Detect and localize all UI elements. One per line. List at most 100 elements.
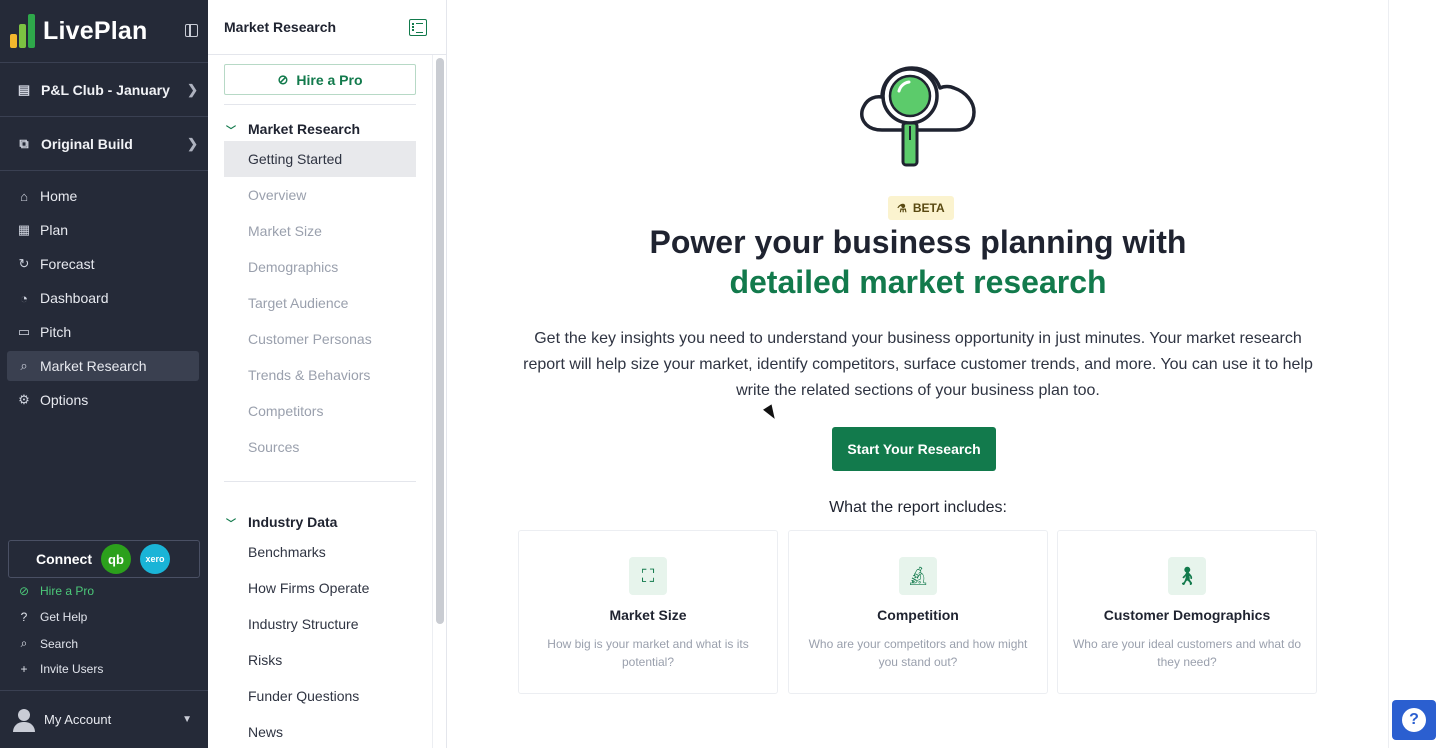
- nav-item-dashboard[interactable]: ◔ Dashboard: [0, 281, 200, 315]
- nav-item-forecast[interactable]: ↻ Forecast: [0, 247, 200, 281]
- subnav-overview[interactable]: Overview: [224, 177, 416, 213]
- card-title: Competition: [877, 607, 959, 623]
- subnav-how-firms-operate[interactable]: How Firms Operate: [224, 570, 416, 606]
- subnav-risks[interactable]: Risks: [224, 642, 416, 678]
- headline-line-1: Power your business planning with: [649, 224, 1187, 260]
- subnav-industry-structure[interactable]: Industry Structure: [224, 606, 416, 642]
- main-sidebar: LivePlan ▤ P&L Club - January ❯ ⧉ Origin…: [0, 0, 208, 748]
- subnav-funder-questions[interactable]: Funder Questions: [224, 678, 416, 714]
- feature-card-competition: 🔬︎ Competition Who are your competitors …: [788, 530, 1048, 694]
- subnav-news[interactable]: News: [224, 714, 416, 748]
- forecast-icon: ↻: [18, 256, 30, 271]
- util-search[interactable]: ⌕ Search: [16, 636, 78, 651]
- util-hire-pro[interactable]: ⊘ Hire a Pro: [16, 584, 94, 598]
- build-name: Original Build: [41, 135, 133, 152]
- home-icon: ⌂: [20, 188, 28, 204]
- company-selector[interactable]: ▤ P&L Club - January ❯: [0, 63, 208, 117]
- help-icon: ?: [20, 610, 28, 624]
- microscope-icon: 🔬︎: [899, 557, 937, 595]
- nav-item-plan[interactable]: ▦ Plan: [0, 213, 200, 247]
- nav-label: Options: [40, 392, 89, 408]
- plan-icon: ▦: [17, 222, 31, 237]
- nav-item-home[interactable]: ⌂ Home: [0, 179, 200, 213]
- subnav-getting-started[interactable]: Getting Started: [224, 141, 416, 177]
- search-icon: ⌕: [20, 636, 28, 650]
- nav-item-pitch[interactable]: ▭ Pitch: [0, 315, 200, 349]
- main-menu: ⌂ Home ▦ Plan ↻ Forecast ◔ Dashboard ▭ Pitch …: [0, 171, 208, 417]
- chevron-down-icon: ﹀: [226, 125, 236, 137]
- hire-pro-icon: ⊘: [277, 71, 289, 87]
- chevron-right-icon: ❯: [187, 135, 198, 151]
- build-selector[interactable]: ⧉ Original Build ❯: [0, 117, 208, 171]
- avatar: [12, 708, 36, 732]
- hire-pro-icon: ⊘: [18, 584, 30, 598]
- right-gutter: [1388, 0, 1440, 748]
- logo-row: LivePlan: [0, 0, 208, 63]
- collapse-sidebar-icon[interactable]: [185, 24, 198, 37]
- account-label: My Account: [44, 712, 112, 727]
- dashboard-icon: ◔: [20, 290, 28, 306]
- outline-icon[interactable]: [409, 19, 427, 36]
- start-research-button[interactable]: Start Your Research: [832, 427, 996, 471]
- subnav-market-size[interactable]: Market Size: [224, 213, 416, 249]
- chevron-right-icon: ❯: [187, 81, 198, 97]
- divider: [224, 104, 416, 105]
- section-market-research[interactable]: ﹀ Market Research: [224, 121, 360, 137]
- subnav-competitors[interactable]: Competitors: [224, 393, 416, 429]
- nav-label: Market Research: [40, 358, 147, 374]
- intro-text: Get the key insights you need to underst…: [523, 330, 1313, 399]
- market-research-icon: ⌕: [20, 358, 28, 373]
- util-label: Invite Users: [40, 662, 104, 676]
- subnav-target-audience[interactable]: Target Audience: [224, 285, 416, 321]
- connect-label: Connect: [36, 551, 92, 567]
- util-label: Search: [40, 636, 79, 651]
- hire-pro-label: Hire a Pro: [296, 71, 363, 88]
- pitch-icon: ▭: [17, 324, 31, 339]
- subnav-demographics[interactable]: Demographics: [224, 249, 416, 285]
- includes-label: What the report includes:: [829, 499, 1007, 516]
- chevron-down-icon: ﹀: [226, 518, 236, 530]
- beta-badge: ⚗ BETA: [888, 196, 954, 220]
- subnav-sources[interactable]: Sources: [224, 429, 416, 465]
- util-get-help[interactable]: ? Get Help: [16, 610, 88, 624]
- help-widget-button[interactable]: ?: [1392, 700, 1436, 740]
- copy-icon: ⧉: [19, 135, 29, 151]
- nav-item-market-research[interactable]: ⌕ Market Research: [7, 351, 199, 381]
- xero-icon[interactable]: xero: [140, 544, 170, 574]
- invite-users-icon: +: [20, 662, 28, 676]
- cloud-search-icon: [860, 66, 976, 167]
- chevron-down-icon: ▼: [182, 714, 192, 725]
- main-content: ⚗ BETA Power your business planning with…: [448, 0, 1388, 748]
- connect-integrations[interactable]: Connect qb xero: [8, 540, 200, 578]
- nav-label: Home: [40, 188, 78, 204]
- subnav-customer-personas[interactable]: Customer Personas: [224, 321, 416, 357]
- section-title: Market Research: [248, 121, 361, 137]
- company-name: P&L Club - January: [41, 81, 170, 98]
- util-invite-users[interactable]: + Invite Users: [16, 662, 103, 676]
- nav-item-options[interactable]: ⚙ Options: [0, 383, 200, 417]
- divider: [224, 481, 416, 482]
- feature-card-customer-demographics: 🚶︎ Customer Demographics Who are your id…: [1057, 530, 1317, 694]
- card-title: Customer Demographics: [1103, 607, 1271, 623]
- quickbooks-icon[interactable]: qb: [101, 544, 131, 574]
- scrollbar[interactable]: [436, 58, 444, 624]
- util-label: Get Help: [40, 610, 88, 624]
- person-icon: 🚶︎: [1168, 557, 1206, 595]
- panel-title: Market Research: [224, 19, 337, 35]
- subnav-benchmarks[interactable]: Benchmarks: [224, 534, 416, 570]
- account-menu[interactable]: My Account ▼: [0, 690, 208, 748]
- page-headline: Power your business planning with detail…: [448, 222, 1388, 302]
- card-title: Market Size: [609, 607, 687, 623]
- subnav-trends-behaviors[interactable]: Trends & Behaviors: [224, 357, 416, 393]
- card-desc: Who are your ideal customers and what do…: [1072, 637, 1302, 669]
- hire-pro-button[interactable]: ⊘ Hire a Pro: [224, 64, 416, 95]
- feature-card-market-size: ⛶ Market Size How big is your market and…: [518, 530, 778, 694]
- panel-header: Market Research: [208, 0, 446, 55]
- beta-label: BETA: [912, 201, 945, 215]
- card-desc: How big is your market and what is its p…: [547, 637, 749, 669]
- nav-label: Forecast: [40, 256, 95, 272]
- section-industry-data[interactable]: ﹀ Industry Data: [224, 514, 337, 530]
- liveplan-logo-icon: [10, 14, 35, 48]
- section-title: Industry Data: [248, 514, 338, 530]
- nav-label: Dashboard: [40, 290, 109, 306]
